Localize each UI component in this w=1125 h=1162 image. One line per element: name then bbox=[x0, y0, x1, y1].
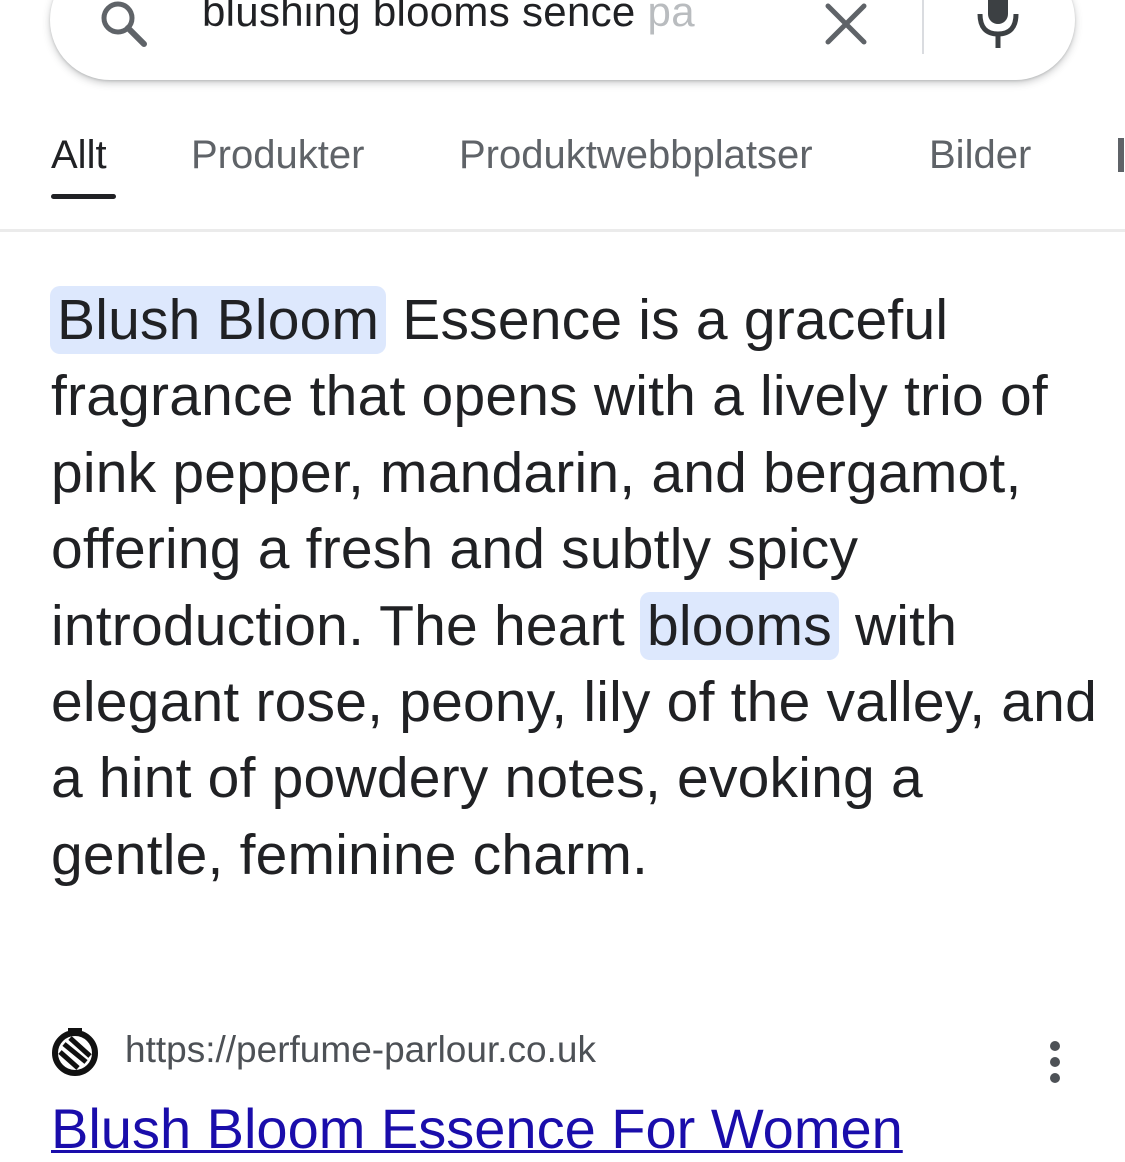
tab-all[interactable]: Allt bbox=[51, 130, 107, 180]
tab-products[interactable]: Produkter bbox=[191, 130, 364, 180]
snippet-highlight: blooms bbox=[639, 591, 839, 660]
more-vertical-icon[interactable] bbox=[1040, 1040, 1070, 1086]
active-tab-indicator bbox=[51, 194, 116, 199]
close-icon[interactable] bbox=[820, 0, 872, 50]
snippet-highlight: Blush Bloom bbox=[50, 286, 387, 354]
featured-snippet: Blush Bloom Essence is a graceful fragra… bbox=[50, 282, 1101, 893]
result-title-link[interactable]: Blush Bloom Essence For Women bbox=[51, 1096, 903, 1162]
microphone-icon[interactable] bbox=[970, 0, 1026, 52]
tab-overflow-indicator bbox=[1118, 138, 1124, 172]
tab-product-sites[interactable]: Produktwebbplatser bbox=[459, 130, 813, 180]
result-url[interactable]: https://perfume-parlour.co.uk bbox=[125, 1027, 596, 1073]
tab-images[interactable]: Bilder bbox=[929, 130, 1031, 180]
search-divider bbox=[922, 0, 924, 54]
query-text: blushing blooms sence bbox=[202, 0, 648, 35]
search-tabs: Allt Produkter Produktwebbplatser Bilder bbox=[0, 118, 1125, 232]
search-bar[interactable]: blushing blooms sence pa bbox=[50, 0, 1075, 80]
search-input[interactable]: blushing blooms sence pa bbox=[202, 0, 772, 42]
search-icon[interactable] bbox=[96, 0, 152, 52]
query-text-faded: pa bbox=[647, 0, 695, 35]
site-logo-icon bbox=[52, 1028, 98, 1076]
